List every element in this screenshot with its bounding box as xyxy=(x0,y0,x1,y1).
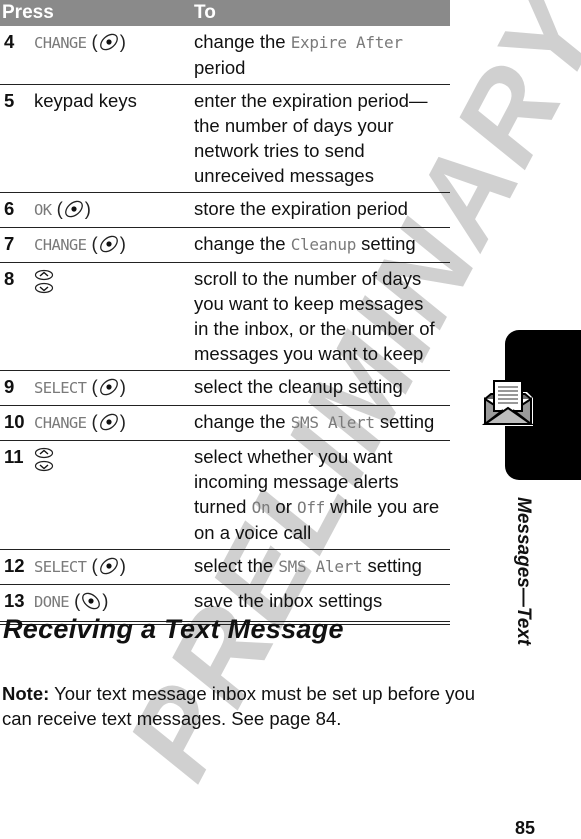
paren-close: ) xyxy=(119,555,126,576)
nav-up-down-icon xyxy=(34,269,54,294)
press-cell: CHANGE () xyxy=(34,227,194,263)
softkey-label: CHANGE xyxy=(34,236,87,254)
description-cell: select whether you want incoming message… xyxy=(194,440,450,550)
description-text: period xyxy=(194,57,246,78)
step-number: 9 xyxy=(0,370,34,406)
step-number: 6 xyxy=(0,192,34,228)
steps-table: Press To 4 CHANGE () change the Expire Aft… xyxy=(0,0,450,625)
press-cell: keypad keys xyxy=(34,84,194,193)
key-text: keypad keys xyxy=(34,90,137,111)
right-softkey-icon xyxy=(82,592,101,610)
softkey-label: SELECT xyxy=(34,558,87,576)
table-row: 7 CHANGE () change the Cleanup setting xyxy=(0,227,450,263)
press-cell xyxy=(34,440,194,550)
description-cell: select the SMS Alert setting xyxy=(194,549,450,585)
description-text: change the xyxy=(194,233,291,254)
description-cell: scroll to the number of days you want to… xyxy=(194,262,450,371)
description-text: save the inbox settings xyxy=(194,590,383,611)
left-softkey-icon xyxy=(64,200,83,218)
description-text: setting xyxy=(362,555,422,576)
description-cell: change the SMS Alert setting xyxy=(194,405,450,441)
press-cell: SELECT () xyxy=(34,370,194,406)
left-softkey-icon xyxy=(99,378,118,396)
description-cell: select the cleanup setting xyxy=(194,370,450,406)
description-text: setting xyxy=(374,411,435,432)
section-title: Receiving a Text Message xyxy=(3,614,344,644)
step-number: 4 xyxy=(0,26,34,85)
description-cell: change the Expire After period xyxy=(194,26,450,85)
description-text: select the cleanup setting xyxy=(194,376,403,397)
table-row: 11 select whether you want incoming messa… xyxy=(0,440,450,550)
paren-close: ) xyxy=(102,590,109,611)
display-text: Cleanup xyxy=(290,235,357,254)
table-row: 12 SELECT () select the SMS Alert setting xyxy=(0,549,450,585)
description-text: or xyxy=(270,496,298,517)
description-text: store the expiration period xyxy=(194,198,408,219)
softkey-label: SELECT xyxy=(34,379,87,397)
note-text: Your text message inbox must be set up b… xyxy=(2,682,476,729)
description-text: setting xyxy=(356,233,416,254)
table-row: 9 SELECT () select the cleanup setting xyxy=(0,370,450,406)
softkey-label: CHANGE xyxy=(34,414,87,432)
display-text: Expire After xyxy=(290,33,403,52)
description-cell: store the expiration period xyxy=(194,192,450,228)
step-number: 10 xyxy=(0,405,34,441)
header-to: To xyxy=(194,0,450,26)
press-cell: CHANGE () xyxy=(34,405,194,441)
note-label: Note: xyxy=(2,682,50,704)
press-cell: OK () xyxy=(34,192,194,228)
left-softkey-icon xyxy=(99,235,118,253)
description-text: select the xyxy=(194,555,279,576)
steps-content: Press To 4 CHANGE () change the Expire Aft… xyxy=(0,0,450,625)
table-row: 4 CHANGE () change the Expire After period xyxy=(0,26,450,85)
display-text: SMS Alert xyxy=(278,557,363,576)
paren-close: ) xyxy=(119,411,126,432)
description-text: enter the expiration period—the number o… xyxy=(194,90,428,186)
table-row: 10 CHANGE () change the SMS Alert setting xyxy=(0,405,450,441)
softkey-label: OK xyxy=(34,201,52,219)
nav-up-down-icon xyxy=(34,447,54,472)
table-row: 8 scroll to the number of days you want t… xyxy=(0,262,450,371)
description-text: change the xyxy=(194,411,291,432)
paren-close: ) xyxy=(84,198,91,219)
steps-table-body: 4 CHANGE () change the Expire After period… xyxy=(0,26,450,625)
description-cell: change the Cleanup setting xyxy=(194,227,450,263)
left-softkey-icon xyxy=(99,413,118,431)
table-row: 5 keypad keys enter the expiration period—… xyxy=(0,84,450,193)
step-number: 7 xyxy=(0,227,34,263)
left-softkey-icon xyxy=(99,33,118,51)
paren-close: ) xyxy=(119,31,126,52)
display-text: Off xyxy=(297,498,326,517)
table-row: 6 OK () store the expiration period xyxy=(0,192,450,228)
press-cell xyxy=(34,262,194,371)
display-text: SMS Alert xyxy=(290,413,375,432)
step-number: 8 xyxy=(0,262,34,371)
step-number: 12 xyxy=(0,549,34,585)
description-text: scroll to the number of days you want to… xyxy=(194,268,435,364)
step-number: 5 xyxy=(0,84,34,193)
left-softkey-icon xyxy=(99,557,118,575)
table-header-row: Press To xyxy=(0,0,450,26)
paren-close: ) xyxy=(119,376,126,397)
header-press: Press xyxy=(0,0,194,26)
softkey-label: CHANGE xyxy=(34,34,87,52)
description-cell: enter the expiration period—the number o… xyxy=(194,84,450,193)
display-text: On xyxy=(251,498,271,517)
softkey-label: DONE xyxy=(34,593,70,611)
step-number: 11 xyxy=(0,440,34,550)
paren-close: ) xyxy=(119,233,126,254)
description-text: change the xyxy=(194,31,291,52)
press-cell: CHANGE () xyxy=(34,26,194,85)
press-cell: SELECT () xyxy=(34,549,194,585)
envelope-message-icon xyxy=(481,380,535,426)
note-paragraph: Note: Your text message inbox must be se… xyxy=(2,681,482,731)
chapter-side-label: Messages—Text xyxy=(513,497,534,646)
